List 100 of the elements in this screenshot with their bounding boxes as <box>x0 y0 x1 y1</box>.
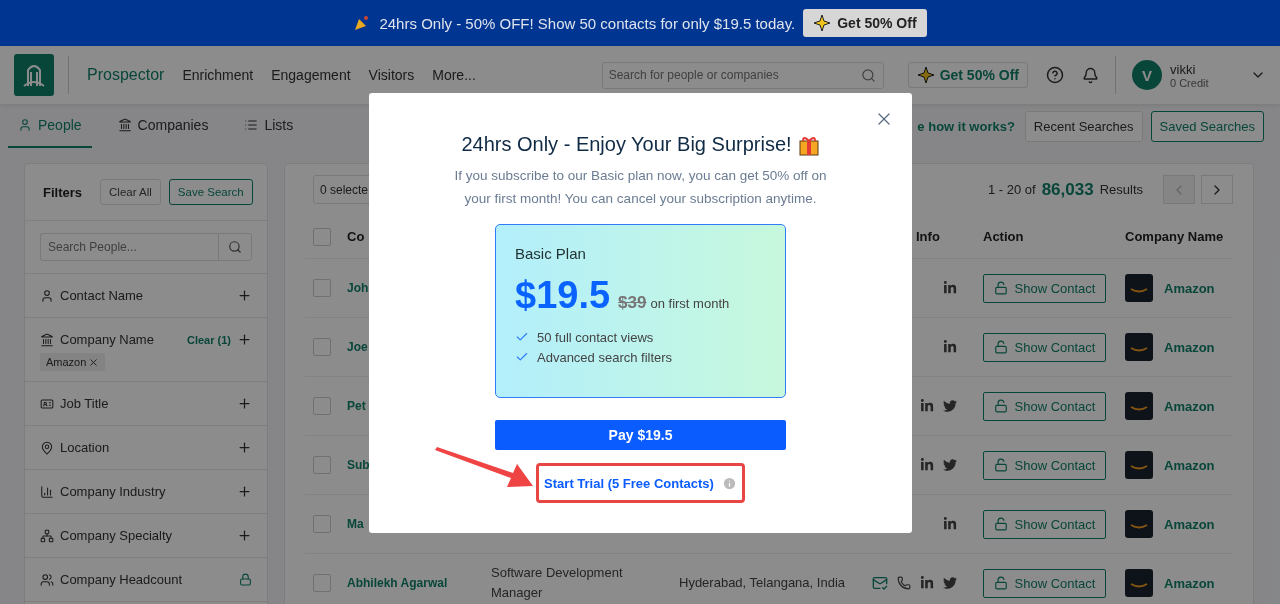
user-name: vikki <box>1170 61 1197 77</box>
show-contact-button[interactable]: Show Contact <box>983 391 1106 421</box>
help-icon[interactable] <box>1046 66 1064 84</box>
dialog-title: 24hrs Only - Enjoy Your Big Surprise! <box>461 133 792 156</box>
nav-link[interactable]: Engagement <box>271 67 351 83</box>
filter-label[interactable]: Company Industry <box>60 484 231 499</box>
global-search-field[interactable]: Search for people or companies <box>601 61 884 89</box>
nav-link[interactable]: Visitors <box>368 67 415 83</box>
location-text: Hyderabad, Telangana, India <box>679 574 846 592</box>
searches-button[interactable]: Saved Searches <box>1150 110 1264 142</box>
phone-icon[interactable] <box>897 576 911 590</box>
linkedin-icon[interactable] <box>943 340 957 354</box>
search-icon[interactable] <box>860 67 876 83</box>
company-link[interactable]: Amazon <box>1164 516 1215 532</box>
add-icon[interactable] <box>237 332 252 347</box>
column-header: Co <box>347 229 366 244</box>
old-price: $39 <box>618 293 647 313</box>
searches-button[interactable]: Recent Searches <box>1024 110 1143 142</box>
results-total: 86,033 <box>1041 179 1094 200</box>
add-icon[interactable] <box>237 440 252 455</box>
banner-text: 24hrs Only - 50% OFF! Show 50 contacts for only $19.5 today. <box>379 14 796 32</box>
unlock-icon <box>993 576 1008 590</box>
twitter-icon[interactable] <box>943 399 957 413</box>
nav-link[interactable]: Enrichment <box>182 67 254 83</box>
contact-name[interactable]: Abhilekh Agarwal <box>347 576 491 590</box>
twitter-icon[interactable] <box>943 458 957 472</box>
help-link[interactable]: e how it works? <box>917 118 1015 134</box>
company-link[interactable]: Amazon <box>1164 398 1215 414</box>
row-checkbox[interactable] <box>313 338 331 356</box>
section-tab[interactable]: Lists <box>234 104 304 148</box>
search-button[interactable] <box>218 233 252 261</box>
add-icon[interactable] <box>237 484 252 499</box>
nav-link[interactable]: Prospector <box>87 66 165 84</box>
row-checkbox[interactable] <box>313 279 331 297</box>
row-checkbox[interactable] <box>313 574 331 592</box>
smile-logo-icon <box>1125 274 1153 302</box>
range-text: 1 - 20 of <box>987 182 1036 197</box>
add-icon[interactable] <box>237 528 252 543</box>
show-contact-button[interactable]: Show Contact <box>983 509 1106 539</box>
search-icon <box>228 240 242 254</box>
show-contact-button[interactable]: Show Contact <box>983 332 1106 362</box>
offer-button[interactable]: Get 50% Off <box>907 62 1028 88</box>
check-icon <box>515 350 529 364</box>
filter-label[interactable]: Location <box>60 440 231 455</box>
start-trial-link[interactable]: Start Trial (5 Free Contacts) <box>544 475 714 491</box>
company-link[interactable]: Amazon <box>1164 575 1215 591</box>
linkedin-icon[interactable] <box>943 281 957 295</box>
filter-label[interactable]: Contact Name <box>60 288 231 303</box>
plan-feature: Advanced search filters <box>537 349 673 365</box>
check-icon <box>515 330 529 344</box>
clear-filter-link[interactable]: Clear (1) <box>186 333 231 346</box>
bank-icon <box>117 118 132 132</box>
filter-tag[interactable]: Amazon <box>40 353 106 371</box>
bar-chart-icon <box>40 484 54 499</box>
filter-label[interactable]: Company Name <box>60 332 181 347</box>
row-checkbox[interactable] <box>313 456 331 474</box>
filter-label[interactable]: Company Specialty <box>60 528 231 543</box>
user-avatar[interactable]: V <box>1132 60 1162 90</box>
show-contact-button[interactable]: Show Contact <box>983 450 1106 480</box>
row-checkbox[interactable] <box>313 397 331 415</box>
twitter-icon[interactable] <box>943 576 957 590</box>
unlock-icon <box>993 458 1008 472</box>
section-tab[interactable]: People <box>8 104 92 148</box>
plan-price: $19.5 <box>515 274 611 317</box>
linkedin-icon[interactable] <box>943 517 957 531</box>
location-pin-icon <box>40 440 54 455</box>
linkedin-icon[interactable] <box>920 458 934 472</box>
smile-logo-icon <box>1125 451 1153 479</box>
show-contact-button[interactable]: Show Contact <box>983 568 1106 598</box>
company-link[interactable]: Amazon <box>1164 457 1215 473</box>
smile-logo-icon <box>1125 392 1153 420</box>
column-header: Company Name <box>1125 229 1225 244</box>
app-logo <box>14 54 54 96</box>
save-search-button[interactable]: Save Search <box>168 179 253 205</box>
add-icon[interactable] <box>237 396 252 411</box>
plan-feature: 50 full contact views <box>537 329 654 345</box>
bell-icon[interactable] <box>1082 66 1099 84</box>
results-label: Results <box>1099 182 1143 197</box>
hierarchy-icon <box>40 528 54 543</box>
company-link[interactable]: Amazon <box>1164 280 1215 296</box>
filter-label[interactable]: Company Headcount <box>60 572 233 587</box>
row-checkbox[interactable] <box>313 515 331 533</box>
show-contact-button[interactable]: Show Contact <box>983 273 1106 303</box>
unlock-icon <box>993 517 1008 531</box>
linkedin-icon[interactable] <box>920 399 934 413</box>
add-icon[interactable] <box>237 288 252 303</box>
company-link[interactable]: Amazon <box>1164 339 1215 355</box>
pay-button[interactable]: Pay $19.5 <box>495 420 786 450</box>
nav-link[interactable]: More... <box>432 67 476 83</box>
clear-all-button[interactable]: Clear All <box>100 179 161 205</box>
banner-offer-button[interactable]: Get 50% Off <box>803 9 927 37</box>
filter-label[interactable]: Job Title <box>60 396 231 411</box>
section-tab[interactable]: Companies <box>107 104 219 148</box>
people-search-field[interactable]: Search People... <box>40 233 218 261</box>
select-all-checkbox[interactable] <box>313 227 331 246</box>
person-icon <box>18 118 32 132</box>
email-verified-icon[interactable] <box>872 575 888 591</box>
bank-icon <box>40 332 54 347</box>
linkedin-icon[interactable] <box>920 576 934 590</box>
dialog-description: If you subscribe to our Basic plan now, you can get 50% off on your first month! You can cancel your subscription anytime. <box>453 167 828 208</box>
